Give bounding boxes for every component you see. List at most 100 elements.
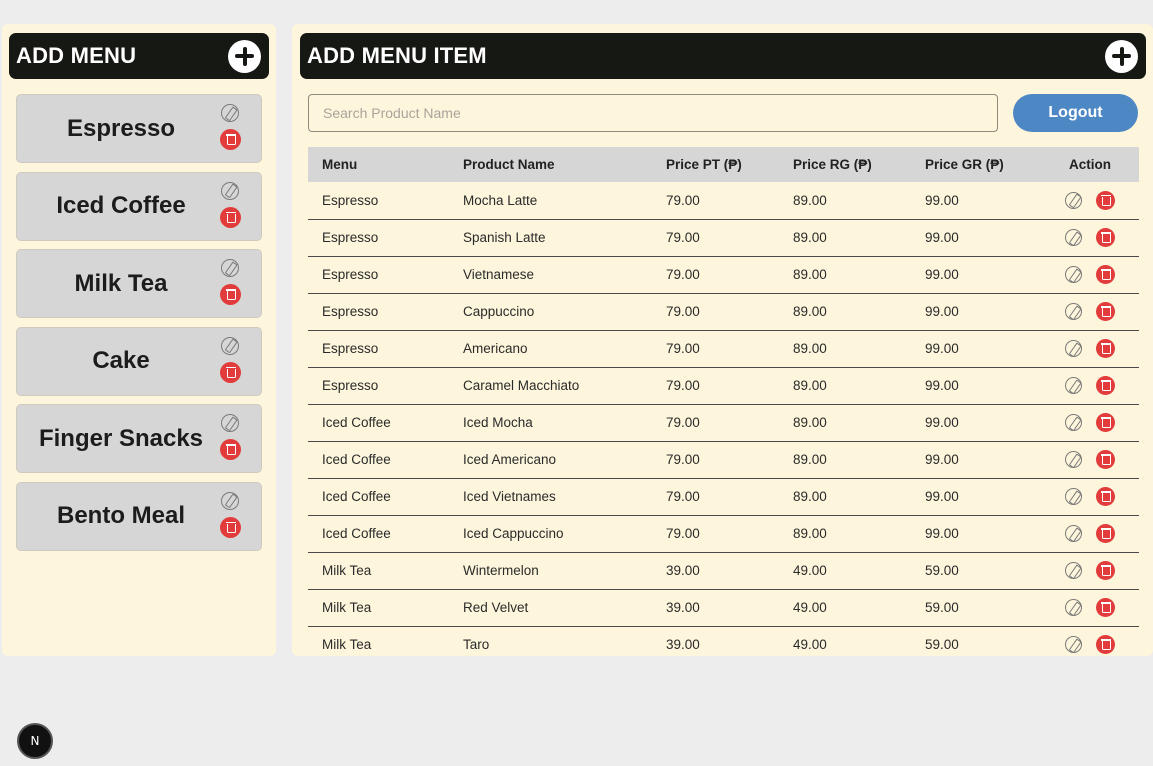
menu-card-label: Milk Tea	[74, 269, 168, 297]
edit-icon[interactable]	[1065, 525, 1082, 542]
delete-icon[interactable]	[1096, 190, 1115, 210]
cell-price-pt: 79.00	[652, 404, 779, 442]
edit-icon[interactable]	[221, 336, 239, 355]
add-menu-plus-icon[interactable]	[228, 39, 261, 73]
logout-button[interactable]: Logout	[1013, 94, 1138, 132]
edit-icon[interactable]	[221, 104, 239, 122]
table-row: Iced Coffee Iced Cappuccino 79.00 89.00 99.0…	[308, 515, 1139, 553]
edit-icon[interactable]	[1065, 191, 1082, 209]
cell-price-rg: 89.00	[779, 478, 911, 516]
edit-icon[interactable]	[1065, 229, 1082, 246]
menu-card[interactable]: Iced Coffee	[16, 171, 262, 241]
edit-icon[interactable]	[1065, 562, 1082, 579]
delete-icon[interactable]	[1096, 339, 1115, 358]
delete-icon[interactable]	[1096, 265, 1115, 284]
table-row: Milk Tea Wintermelon 39.00 49.00 59.00	[308, 552, 1139, 590]
menu-card[interactable]: Finger Snacks	[16, 404, 262, 473]
cell-product-name: Wintermelon	[449, 552, 652, 590]
edit-icon[interactable]	[221, 259, 239, 277]
edit-icon[interactable]	[221, 414, 239, 432]
cell-price-rg: 89.00	[779, 219, 911, 257]
delete-icon[interactable]	[220, 284, 241, 305]
edit-icon[interactable]	[1065, 377, 1082, 394]
header-menu: Menu	[322, 157, 358, 172]
cell-price-gr: 59.00	[911, 552, 1041, 590]
delete-icon[interactable]	[1096, 635, 1115, 654]
menu-card[interactable]: Milk Tea	[16, 249, 262, 318]
menu-card[interactable]: Bento Meal	[16, 481, 262, 551]
delete-icon[interactable]	[1096, 413, 1115, 432]
edit-icon[interactable]	[1065, 451, 1082, 468]
menu-card[interactable]: Cake	[16, 326, 262, 396]
edit-icon[interactable]	[1065, 414, 1082, 431]
delete-icon[interactable]	[1096, 598, 1115, 617]
cell-product-name: Vietnamese	[449, 256, 652, 294]
cell-price-rg: 89.00	[779, 182, 911, 220]
delete-icon[interactable]	[220, 361, 241, 383]
edit-icon[interactable]	[1065, 488, 1082, 505]
edit-icon[interactable]	[1065, 340, 1082, 357]
search-product-input[interactable]	[308, 94, 998, 132]
cell-action	[1041, 552, 1139, 590]
table-row: Iced Coffee Iced Mocha 79.00 89.00 99.00	[308, 404, 1139, 442]
menu-items-table-container: Menu Product Name Price PT (₱) Price RG …	[308, 147, 1139, 656]
edit-icon[interactable]	[1065, 266, 1082, 283]
delete-icon[interactable]	[220, 439, 241, 460]
cell-price-pt: 39.00	[652, 626, 779, 656]
cell-price-rg: 89.00	[779, 330, 911, 368]
delete-icon[interactable]	[1096, 561, 1115, 580]
cell-action	[1041, 330, 1139, 368]
cell-price-pt: 79.00	[652, 441, 779, 479]
cell-action	[1041, 293, 1139, 331]
cell-menu: Milk Tea	[308, 626, 449, 656]
menu-sidebar: ADD MENU Espresso Iced Coffee Milk Tea Cake…	[2, 24, 276, 656]
table-row: Milk Tea Taro 39.00 49.00 59.00	[308, 626, 1139, 656]
delete-icon[interactable]	[1096, 302, 1115, 321]
cell-action	[1041, 589, 1139, 627]
cell-price-pt: 79.00	[652, 219, 779, 257]
cell-product-name: Cappuccino	[449, 293, 652, 331]
cell-menu: Espresso	[308, 367, 449, 405]
table-row: Espresso Americano 79.00 89.00 99.00	[308, 330, 1139, 368]
cell-menu: Espresso	[308, 330, 449, 368]
cell-product-name: Spanish Latte	[449, 219, 652, 257]
header-action: Action	[1069, 157, 1111, 172]
table-row: Espresso Cappuccino 79.00 89.00 99.00	[308, 293, 1139, 331]
cell-price-pt: 79.00	[652, 293, 779, 331]
cell-action	[1041, 515, 1139, 553]
cell-product-name: Mocha Latte	[449, 182, 652, 220]
table-row: Iced Coffee Iced Vietnames 79.00 89.00 99.00	[308, 478, 1139, 516]
edit-icon[interactable]	[1065, 303, 1082, 320]
delete-icon[interactable]	[220, 516, 241, 538]
cell-action	[1041, 478, 1139, 516]
cell-product-name: Americano	[449, 330, 652, 368]
cell-product-name: Iced Cappuccino	[449, 515, 652, 553]
edit-icon[interactable]	[1065, 636, 1082, 653]
cell-price-rg: 89.00	[779, 256, 911, 294]
cell-action	[1041, 441, 1139, 479]
delete-icon[interactable]	[1096, 487, 1115, 506]
table-row: Milk Tea Red Velvet 39.00 49.00 59.00	[308, 589, 1139, 627]
menu-category-list: Espresso Iced Coffee Milk Tea Cake Finger Sn…	[16, 94, 262, 559]
delete-icon[interactable]	[1096, 450, 1115, 469]
delete-icon[interactable]	[220, 206, 241, 228]
dev-tools-badge[interactable]: N	[17, 723, 53, 759]
cell-price-pt: 79.00	[652, 515, 779, 553]
delete-icon[interactable]	[1096, 228, 1115, 247]
cell-action	[1041, 219, 1139, 257]
delete-icon[interactable]	[1096, 524, 1115, 543]
cell-price-rg: 49.00	[779, 552, 911, 590]
cell-product-name: Iced Americano	[449, 441, 652, 479]
edit-icon[interactable]	[1065, 599, 1082, 616]
cell-action	[1041, 182, 1139, 220]
edit-icon[interactable]	[221, 181, 239, 200]
add-menu-item-plus-icon[interactable]	[1105, 39, 1138, 73]
edit-icon[interactable]	[221, 491, 239, 510]
menu-card[interactable]: Espresso	[16, 94, 262, 163]
header-price-gr: Price GR (₱)	[925, 157, 1004, 172]
delete-icon[interactable]	[1096, 376, 1115, 395]
delete-icon[interactable]	[220, 129, 241, 150]
add-menu-item-header: ADD MENU ITEM	[300, 33, 1146, 79]
menu-card-label: Cake	[92, 347, 150, 374]
add-menu-header: ADD MENU	[9, 33, 269, 79]
